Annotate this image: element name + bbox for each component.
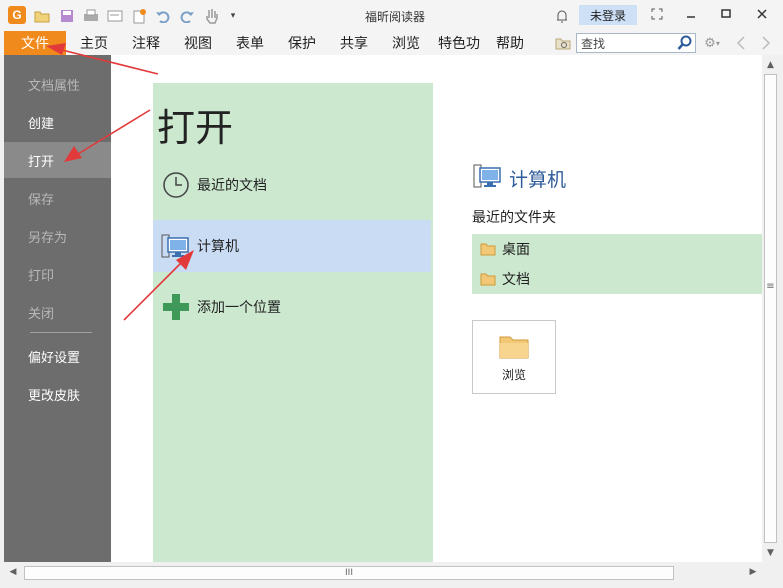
annotation-arrows [46,43,194,321]
